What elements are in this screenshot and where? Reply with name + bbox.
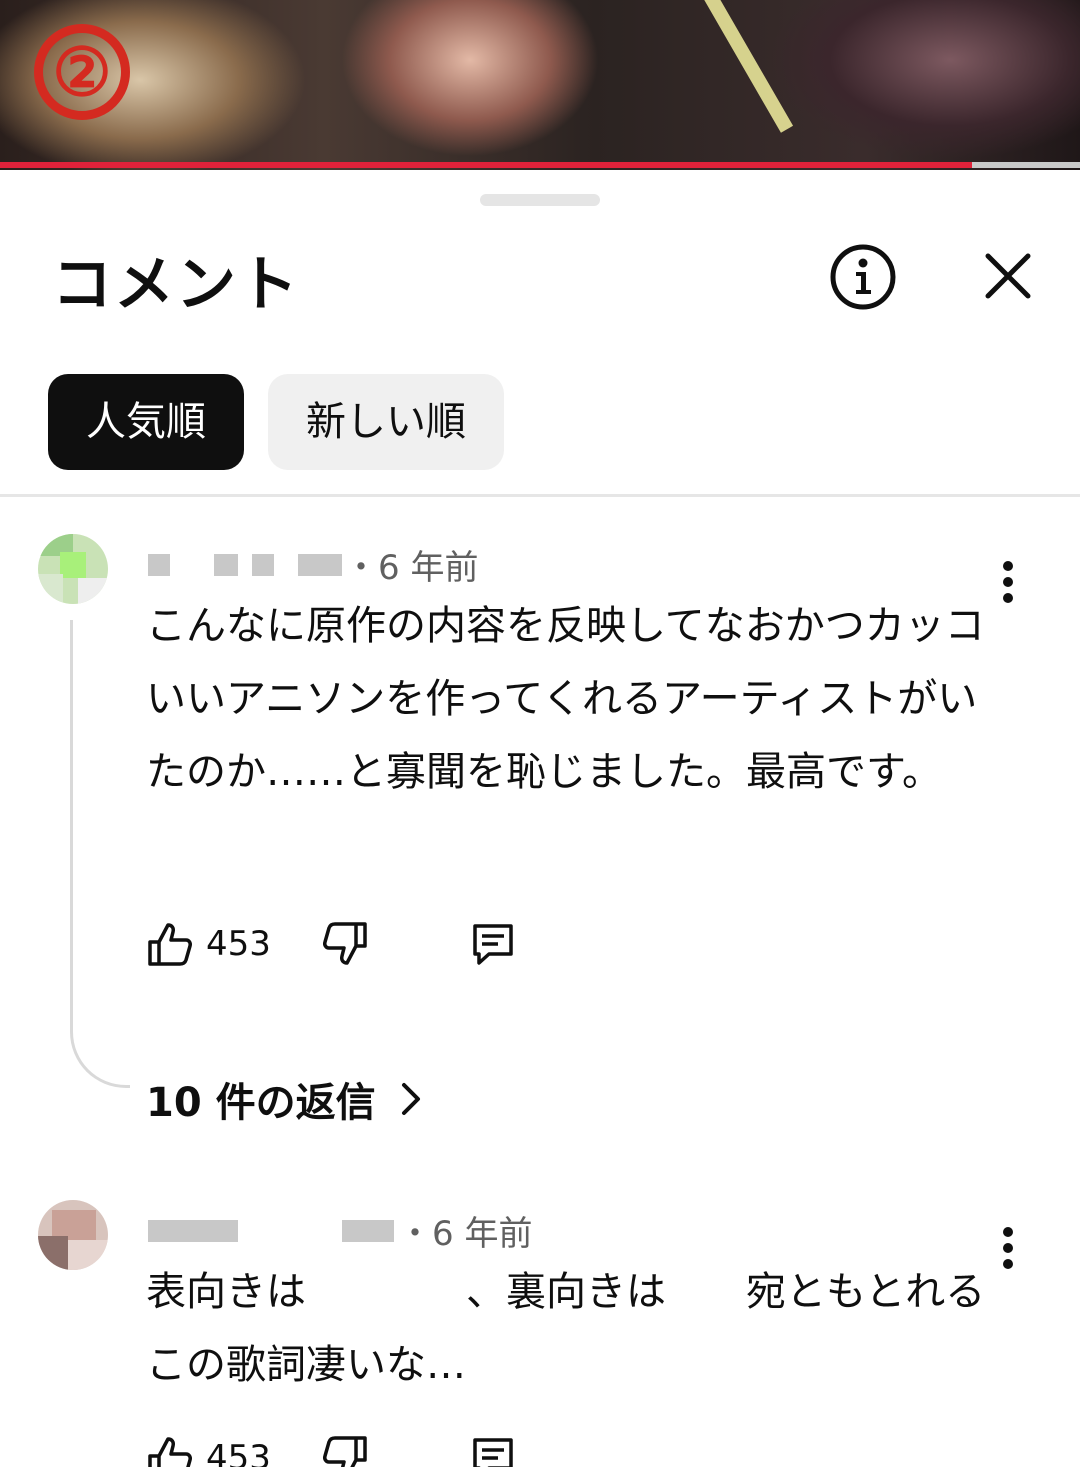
step-badge: ② <box>34 24 130 120</box>
like-count: 453 <box>206 1438 271 1467</box>
like-button[interactable]: 453 <box>146 920 271 968</box>
comment-actions: 453 <box>146 1434 517 1467</box>
comment-meta: ・6 年前 <box>148 540 478 589</box>
divider <box>0 494 1080 497</box>
comment-icon <box>473 1438 513 1467</box>
video-progress-fill <box>0 162 972 168</box>
comment-time: ・6 年前 <box>344 548 479 588</box>
sort-chip-top[interactable]: 人気順 <box>48 374 244 470</box>
redacted-username <box>214 553 238 576</box>
avatar-image <box>38 534 108 604</box>
like-count: 453 <box>206 924 271 964</box>
comments-sheet: コメント 人気順 新しい順 ・6 年前 こんなに原作の内容を反映してなおかつカッ… <box>0 170 1080 1467</box>
info-button[interactable] <box>828 242 898 312</box>
close-button[interactable] <box>978 246 1038 306</box>
info-circle-icon <box>830 244 896 310</box>
avatar[interactable] <box>38 1200 108 1270</box>
chevron-right-icon <box>401 1083 420 1115</box>
redacted-username <box>342 1219 394 1242</box>
redacted-username <box>148 553 170 576</box>
video-progress-bar[interactable] <box>0 162 1080 168</box>
redacted-username <box>252 553 274 576</box>
sort-chip-newest[interactable]: 新しい順 <box>268 374 504 470</box>
sheet-title: コメント <box>52 250 300 320</box>
dislike-button[interactable] <box>321 1434 369 1467</box>
thumbs-up-icon <box>148 923 192 966</box>
stage-light <box>700 0 794 133</box>
thumbs-down-icon <box>322 1436 367 1467</box>
replies-label: 10 件の返信 <box>146 1080 376 1126</box>
dislike-button[interactable] <box>321 920 369 968</box>
reply-button[interactable] <box>469 1434 517 1467</box>
drag-handle[interactable] <box>480 194 600 206</box>
comment-icon <box>473 924 513 965</box>
thread-line <box>70 620 130 1088</box>
redacted-username <box>298 553 342 576</box>
comment-text: 表向きは 、裏向きは 宛ともとれるこの歌詞凄いな… <box>146 1269 986 1388</box>
thumbs-up-icon <box>148 1437 192 1467</box>
thumbs-down-icon <box>322 922 367 965</box>
avatar[interactable] <box>38 534 108 604</box>
comment-text: こんなに原作の内容を反映してなおかつカッコいいアニソンを作ってくれるアーティスト… <box>146 603 985 795</box>
avatar-image <box>38 1200 108 1270</box>
video-preview[interactable]: ② <box>0 0 1080 170</box>
like-button[interactable]: 453 <box>146 1434 271 1467</box>
comment-time: ・6 年前 <box>398 1214 533 1254</box>
reply-button[interactable] <box>469 920 517 968</box>
sort-chips: 人気順 新しい順 <box>48 374 504 470</box>
comment-actions: 453 <box>146 920 517 968</box>
redacted-username <box>148 1219 238 1242</box>
close-icon <box>985 253 1031 299</box>
view-replies-button[interactable]: 10 件の返信 <box>146 1070 430 1128</box>
comment-meta: ・6 年前 <box>148 1206 532 1255</box>
